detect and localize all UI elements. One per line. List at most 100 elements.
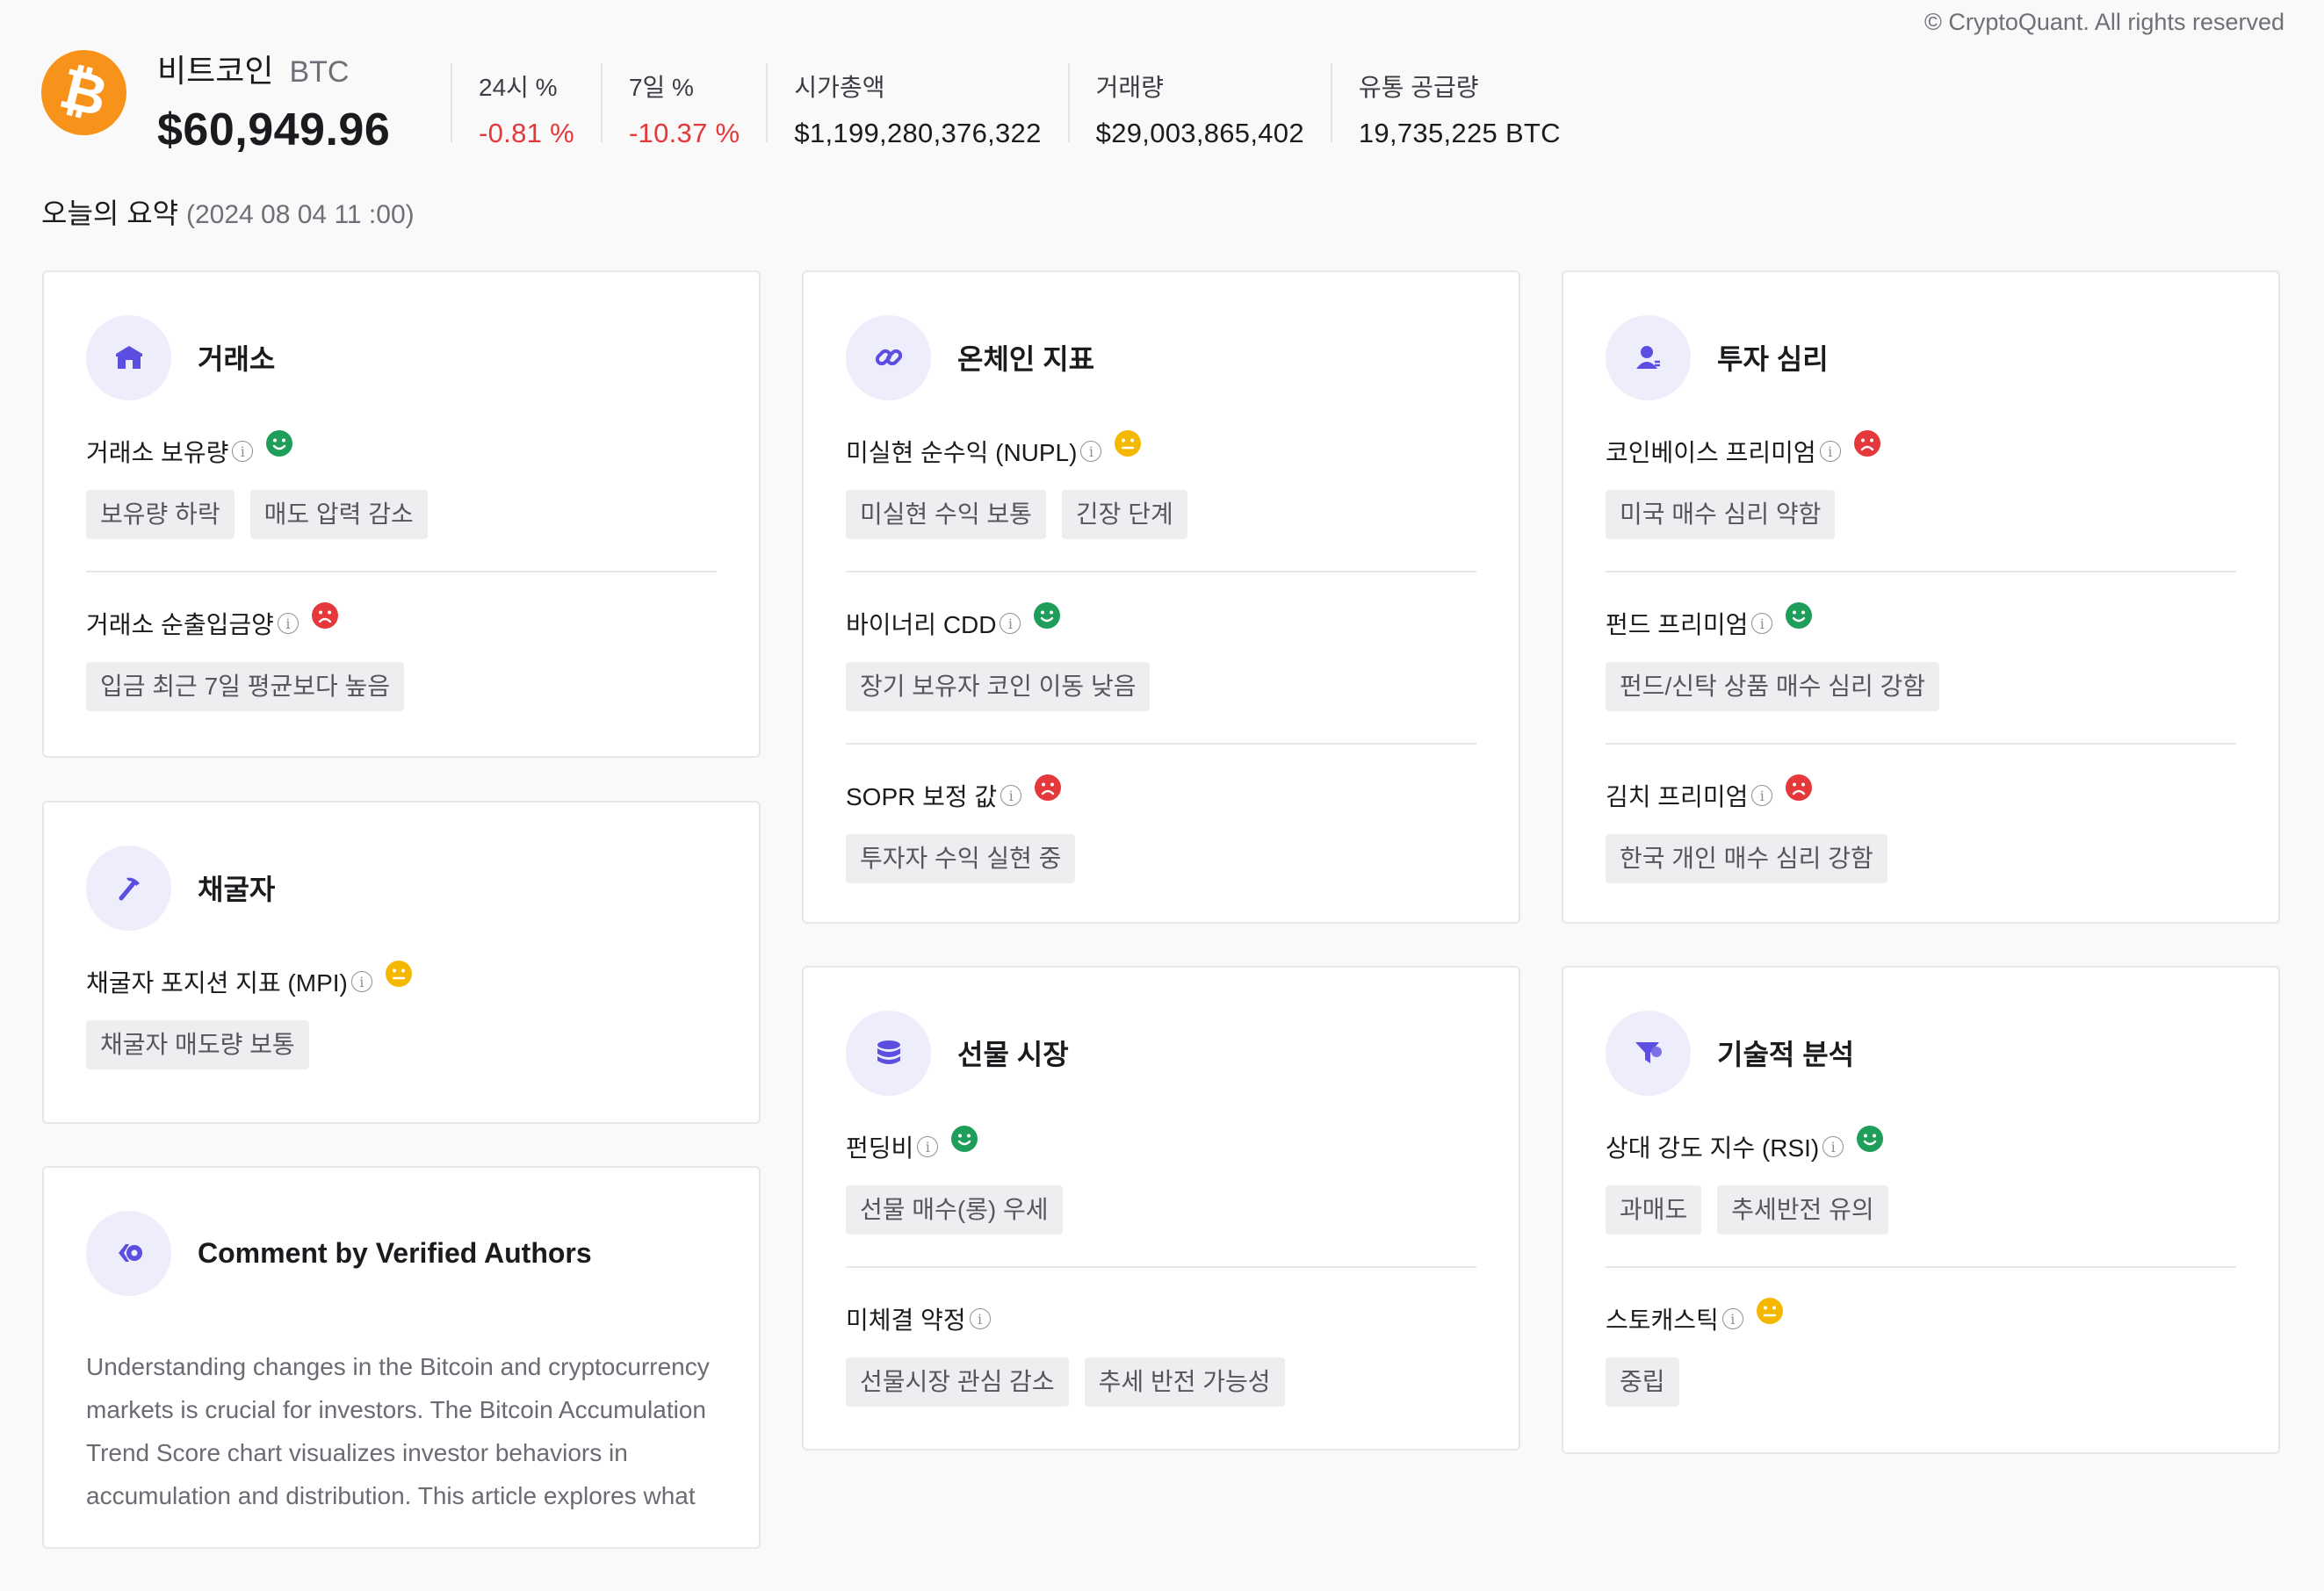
stat-value: -10.37 % <box>628 118 740 148</box>
stat-value: $1,199,280,376,322 <box>794 118 1042 148</box>
funnel-icon <box>1606 1010 1691 1096</box>
coin-symbol: BTC <box>289 55 350 89</box>
metric-tag: 추세반전 유의 <box>1717 1185 1888 1235</box>
exchange-card: 거래소 거래소 보유량 i 보유량 하락 매도 압력 감소 거래소 순출입금양 i 입금 최근… <box>42 270 761 758</box>
info-icon[interactable]: i <box>277 613 299 634</box>
info-icon[interactable]: i <box>1000 613 1021 634</box>
comment-text[interactable]: Understanding changes in the Bitcoin and… <box>86 1345 717 1517</box>
metric-tag: 선물시장 관심 감소 <box>846 1357 1069 1407</box>
coin-identity: 비트코인 BTC $60,949.96 <box>157 46 390 156</box>
negative-sentiment-icon <box>1034 774 1062 806</box>
stat-label: 거래량 <box>1095 74 1164 101</box>
metric-item: 코인베이스 프리미엄 i 미국 매수 심리 약함 <box>1606 400 2236 572</box>
metric-tag: 한국 개인 매수 심리 강함 <box>1606 834 1887 883</box>
metric-tag: 선물 매수(롱) 우세 <box>846 1185 1063 1235</box>
tag-list: 선물시장 관심 감소 추세 반전 가능성 <box>846 1357 1476 1407</box>
metric-tag: 보유량 하락 <box>86 490 235 539</box>
metric-name: 코인베이스 프리미엄 <box>1606 439 1816 466</box>
card-title: 기술적 분석 <box>1717 1039 1855 1070</box>
metric-tag: 추세 반전 가능성 <box>1084 1357 1285 1407</box>
info-icon[interactable]: i <box>350 971 372 992</box>
metric-item: 김치 프리미엄 i 한국 개인 매수 심리 강함 <box>1606 745 2236 915</box>
link-icon <box>846 314 931 400</box>
info-icon[interactable]: i <box>1819 441 1841 462</box>
coin-price: $60,949.96 <box>157 104 391 155</box>
metric-tag: 긴장 단계 <box>1061 490 1187 539</box>
stat-item: 시가총액 $1,199,280,376,322 <box>766 63 1067 148</box>
stat-label: 시가총액 <box>794 74 885 101</box>
neutral-sentiment-icon <box>1756 1297 1784 1329</box>
metric-name: 바이너리 CDD <box>846 611 997 638</box>
info-icon[interactable]: i <box>1000 785 1022 806</box>
metric-item: SOPR 보정 값 i 투자자 수익 실현 중 <box>846 745 1476 915</box>
info-icon[interactable]: i <box>1822 1136 1844 1157</box>
onchain-card: 온체인 지표 미실현 순수익 (NUPL) i 미실현 수익 보통 긴장 단계 바이너리 … <box>802 270 1520 924</box>
neutral-sentiment-icon <box>385 960 413 992</box>
info-icon[interactable]: i <box>1721 1308 1743 1329</box>
tag-list: 장기 보유자 코인 이동 낮음 <box>846 662 1476 711</box>
tag-list: 보유량 하락 매도 압력 감소 <box>86 490 717 539</box>
metric-name: SOPR 보정 값 <box>846 783 998 810</box>
info-icon[interactable]: i <box>1751 613 1773 634</box>
info-icon[interactable]: i <box>969 1308 991 1329</box>
info-icon[interactable]: i <box>917 1136 939 1157</box>
metric-item: 펀드 프리미엄 i 펀드/신탁 상품 매수 심리 강함 <box>1606 572 2236 745</box>
metric-tag: 미국 매수 심리 약함 <box>1606 490 1836 539</box>
stat-value: -0.81 % <box>479 118 574 148</box>
metric-name: 상대 강도 지수 (RSI) <box>1606 1134 1820 1162</box>
summary-heading: 오늘의 요약 <box>41 198 179 229</box>
miner-card: 채굴자 채굴자 포지션 지표 (MPI) i 채굴자 매도량 보통 <box>42 801 761 1124</box>
positive-sentiment-icon <box>1856 1125 1884 1157</box>
tag-list: 중립 <box>1606 1357 2236 1407</box>
pickaxe-icon <box>86 845 171 931</box>
metric-name: 거래소 순출입금양 <box>86 611 274 638</box>
stat-item: 7일 % -10.37 % <box>600 63 766 148</box>
bank-icon <box>86 314 171 400</box>
info-icon[interactable]: i <box>1080 441 1102 462</box>
metric-item: 상대 강도 지수 (RSI) i 과매도 추세반전 유의 <box>1606 1096 2236 1268</box>
tag-list: 투자자 수익 실현 중 <box>846 834 1476 883</box>
metric-name: 김치 프리미엄 <box>1606 783 1749 810</box>
metric-item: 바이너리 CDD i 장기 보유자 코인 이동 낮음 <box>846 572 1476 745</box>
tag-list: 미국 매수 심리 약함 <box>1606 490 2236 539</box>
comment-card[interactable]: Comment by Verified Authors Understandin… <box>42 1166 761 1549</box>
metric-name: 미실현 순수익 (NUPL) <box>846 439 1078 466</box>
tag-list: 입금 최근 7일 평균보다 높음 <box>86 662 717 711</box>
tag-list: 한국 개인 매수 심리 강함 <box>1606 834 2236 883</box>
futures-card: 선물 시장 펀딩비 i 선물 매수(롱) 우세 미체결 약정 i 선물시장 관심 감소 추세 … <box>802 966 1520 1451</box>
bitcoin-logo-icon: ₿ <box>41 50 126 135</box>
positive-sentiment-icon <box>265 429 293 462</box>
stat-label: 24시 % <box>479 74 558 101</box>
metric-tag: 미실현 수익 보통 <box>846 490 1046 539</box>
comment-title: Comment by Verified Authors <box>198 1236 592 1269</box>
negative-sentiment-icon <box>1853 429 1881 462</box>
copyright-notice: © CryptoQuant. All rights reserved <box>1923 9 2284 35</box>
user-icon <box>1606 314 1691 400</box>
summary-date: (2024 08 04 11 :00) <box>185 200 415 229</box>
metric-name: 펀드 프리미엄 <box>1606 611 1749 638</box>
metric-name: 미체결 약정 <box>846 1307 966 1334</box>
positive-sentiment-icon <box>950 1125 978 1157</box>
tag-list: 펀드/신탁 상품 매수 심리 강함 <box>1606 662 2236 711</box>
info-icon[interactable]: i <box>1751 785 1773 806</box>
summary-title: 오늘의 요약 (2024 08 04 11 :00) <box>41 191 415 232</box>
metric-item: 미실현 순수익 (NUPL) i 미실현 수익 보통 긴장 단계 <box>846 400 1476 572</box>
neutral-sentiment-icon <box>1114 429 1142 462</box>
positive-sentiment-icon <box>1785 601 1813 634</box>
tag-list: 선물 매수(롱) 우세 <box>846 1185 1476 1235</box>
stat-item: 거래량 $29,003,865,402 <box>1067 63 1331 148</box>
metric-tag: 펀드/신탁 상품 매수 심리 강함 <box>1606 662 1940 711</box>
info-icon[interactable]: i <box>232 441 254 462</box>
metric-item: 미체결 약정 i 선물시장 관심 감소 추세 반전 가능성 <box>846 1268 1476 1438</box>
metric-tag: 투자자 수익 실현 중 <box>846 834 1076 883</box>
tag-list: 미실현 수익 보통 긴장 단계 <box>846 490 1476 539</box>
positive-sentiment-icon <box>1033 601 1061 634</box>
metric-tag: 과매도 <box>1606 1185 1702 1235</box>
metric-tag: 장기 보유자 코인 이동 낮음 <box>846 662 1151 711</box>
negative-sentiment-icon <box>311 601 339 634</box>
metric-tag: 채굴자 매도량 보통 <box>86 1020 309 1069</box>
metric-item: 거래소 순출입금양 i 입금 최근 7일 평균보다 높음 <box>86 572 717 743</box>
card-title: 채굴자 <box>198 874 276 905</box>
stat-item: 24시 % -0.81 % <box>451 63 601 148</box>
stat-value: 19,735,225 BTC <box>1358 118 1561 148</box>
